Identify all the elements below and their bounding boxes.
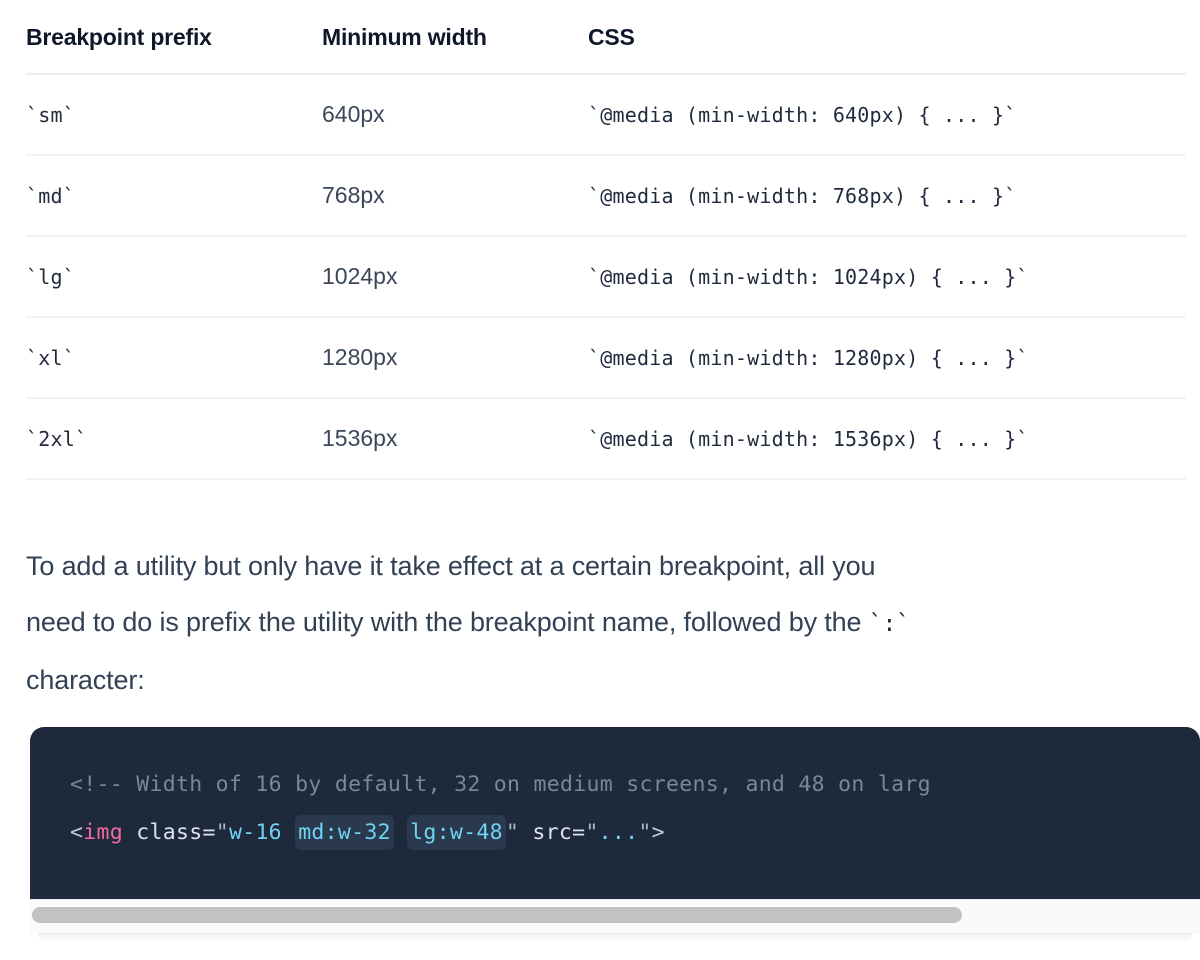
code-comment-text: <!-- Width of 16 by default, 32 on mediu… [70, 772, 931, 797]
cell-min-width: 1024px [322, 236, 588, 318]
css-media-query-code: `@media (min-width: 768px) { ... }` [588, 183, 1017, 208]
cell-css: `@media (min-width: 1024px) { ... }` [588, 236, 1186, 318]
code-example-container: <!-- Width of 16 by default, 32 on mediu… [30, 727, 1200, 960]
code-block-shadow [38, 933, 1192, 943]
table-row: `lg` 1024px `@media (min-width: 1024px) … [26, 236, 1186, 318]
paragraph-line-2: need to do is prefix the utility with th… [26, 594, 1200, 652]
body-paragraph: To add a utility but only have it take e… [26, 538, 1200, 708]
code-src-attribute: src= [519, 820, 586, 845]
cell-prefix: `lg` [26, 236, 322, 318]
breakpoints-table: Breakpoint prefix Minimum width CSS `sm`… [26, 0, 1186, 480]
code-src-quote-open: " [585, 820, 599, 845]
css-media-query-code: `@media (min-width: 1024px) { ... }` [588, 264, 1029, 289]
code-class-space [394, 820, 407, 845]
paragraph-line-3: character: [26, 665, 145, 695]
breakpoint-prefix-code: `sm` [26, 102, 75, 127]
cell-css: `@media (min-width: 768px) { ... }` [588, 155, 1186, 237]
breakpoint-prefix-code: `2xl` [26, 426, 88, 451]
paragraph-line-2-text: need to do is prefix the utility with th… [26, 607, 869, 637]
table-head: Breakpoint prefix Minimum width CSS [26, 0, 1186, 75]
min-width-value: 640px [322, 101, 385, 127]
code-open-bracket: < [70, 820, 84, 845]
code-quote-close: " [505, 820, 520, 845]
breakpoint-prefix-code: `md` [26, 183, 75, 208]
table-row: `md` 768px `@media (min-width: 768px) { … [26, 155, 1186, 237]
code-close-bracket: > [651, 820, 665, 845]
min-width-value: 1280px [322, 344, 398, 370]
code-class-base: w-16 [228, 820, 296, 845]
min-width-value: 768px [322, 182, 385, 208]
cell-css: `@media (min-width: 1280px) { ... }` [588, 317, 1186, 399]
table-row: `2xl` 1536px `@media (min-width: 1536px)… [26, 398, 1186, 480]
table-row: `xl` 1280px `@media (min-width: 1280px) … [26, 317, 1186, 399]
table-body: `sm` 640px `@media (min-width: 640px) { … [26, 74, 1186, 480]
code-src-value: ... [598, 820, 639, 845]
code-line-img-tag: <img class="w-16 md:w-32 lg:w-48 " src=".… [30, 809, 1200, 857]
css-media-query-code: `@media (min-width: 1536px) { ... }` [588, 426, 1029, 451]
css-media-query-code: `@media (min-width: 1280px) { ... }` [588, 345, 1029, 370]
code-line-comment: <!-- Width of 16 by default, 32 on mediu… [30, 761, 1200, 809]
cell-prefix: `sm` [26, 74, 322, 156]
cell-css: `@media (min-width: 640px) { ... }` [588, 74, 1186, 156]
cell-prefix: `2xl` [26, 398, 322, 480]
cell-min-width: 768px [322, 155, 588, 237]
breakpoint-prefix-code: `lg` [26, 264, 75, 289]
table-header-row: Breakpoint prefix Minimum width CSS [26, 0, 1186, 75]
horizontal-scrollbar-track[interactable] [30, 899, 1200, 934]
column-header-minimum-width: Minimum width [322, 0, 588, 75]
css-media-query-code: `@media (min-width: 640px) { ... }` [588, 102, 1017, 127]
breakpoint-prefix-code: `xl` [26, 345, 75, 370]
cell-min-width: 640px [322, 74, 588, 156]
documentation-page: Breakpoint prefix Minimum width CSS `sm`… [0, 0, 1200, 960]
cell-prefix: `xl` [26, 317, 322, 399]
colon-inline-code: `:` [868, 611, 910, 637]
code-src-quote-close: " [638, 820, 652, 845]
column-header-breakpoint-prefix: Breakpoint prefix [26, 0, 322, 75]
code-class-lg-highlight: lg:w-48 [407, 815, 506, 850]
code-tag-name: img [83, 820, 123, 845]
paragraph-line-1: To add a utility but only have it take e… [26, 551, 876, 581]
cell-min-width: 1280px [322, 317, 588, 399]
horizontal-scrollbar-thumb[interactable] [32, 907, 962, 923]
cell-css: `@media (min-width: 1536px) { ... }` [588, 398, 1186, 480]
code-class-md-highlight: md:w-32 [295, 815, 394, 850]
table-row: `sm` 640px `@media (min-width: 640px) { … [26, 74, 1186, 156]
code-class-attribute: class= [122, 820, 216, 845]
min-width-value: 1024px [322, 263, 398, 289]
cell-prefix: `md` [26, 155, 322, 237]
column-header-css: CSS [588, 0, 1186, 75]
code-quote-open: " [215, 820, 229, 845]
cell-min-width: 1536px [322, 398, 588, 480]
min-width-value: 1536px [322, 425, 398, 451]
